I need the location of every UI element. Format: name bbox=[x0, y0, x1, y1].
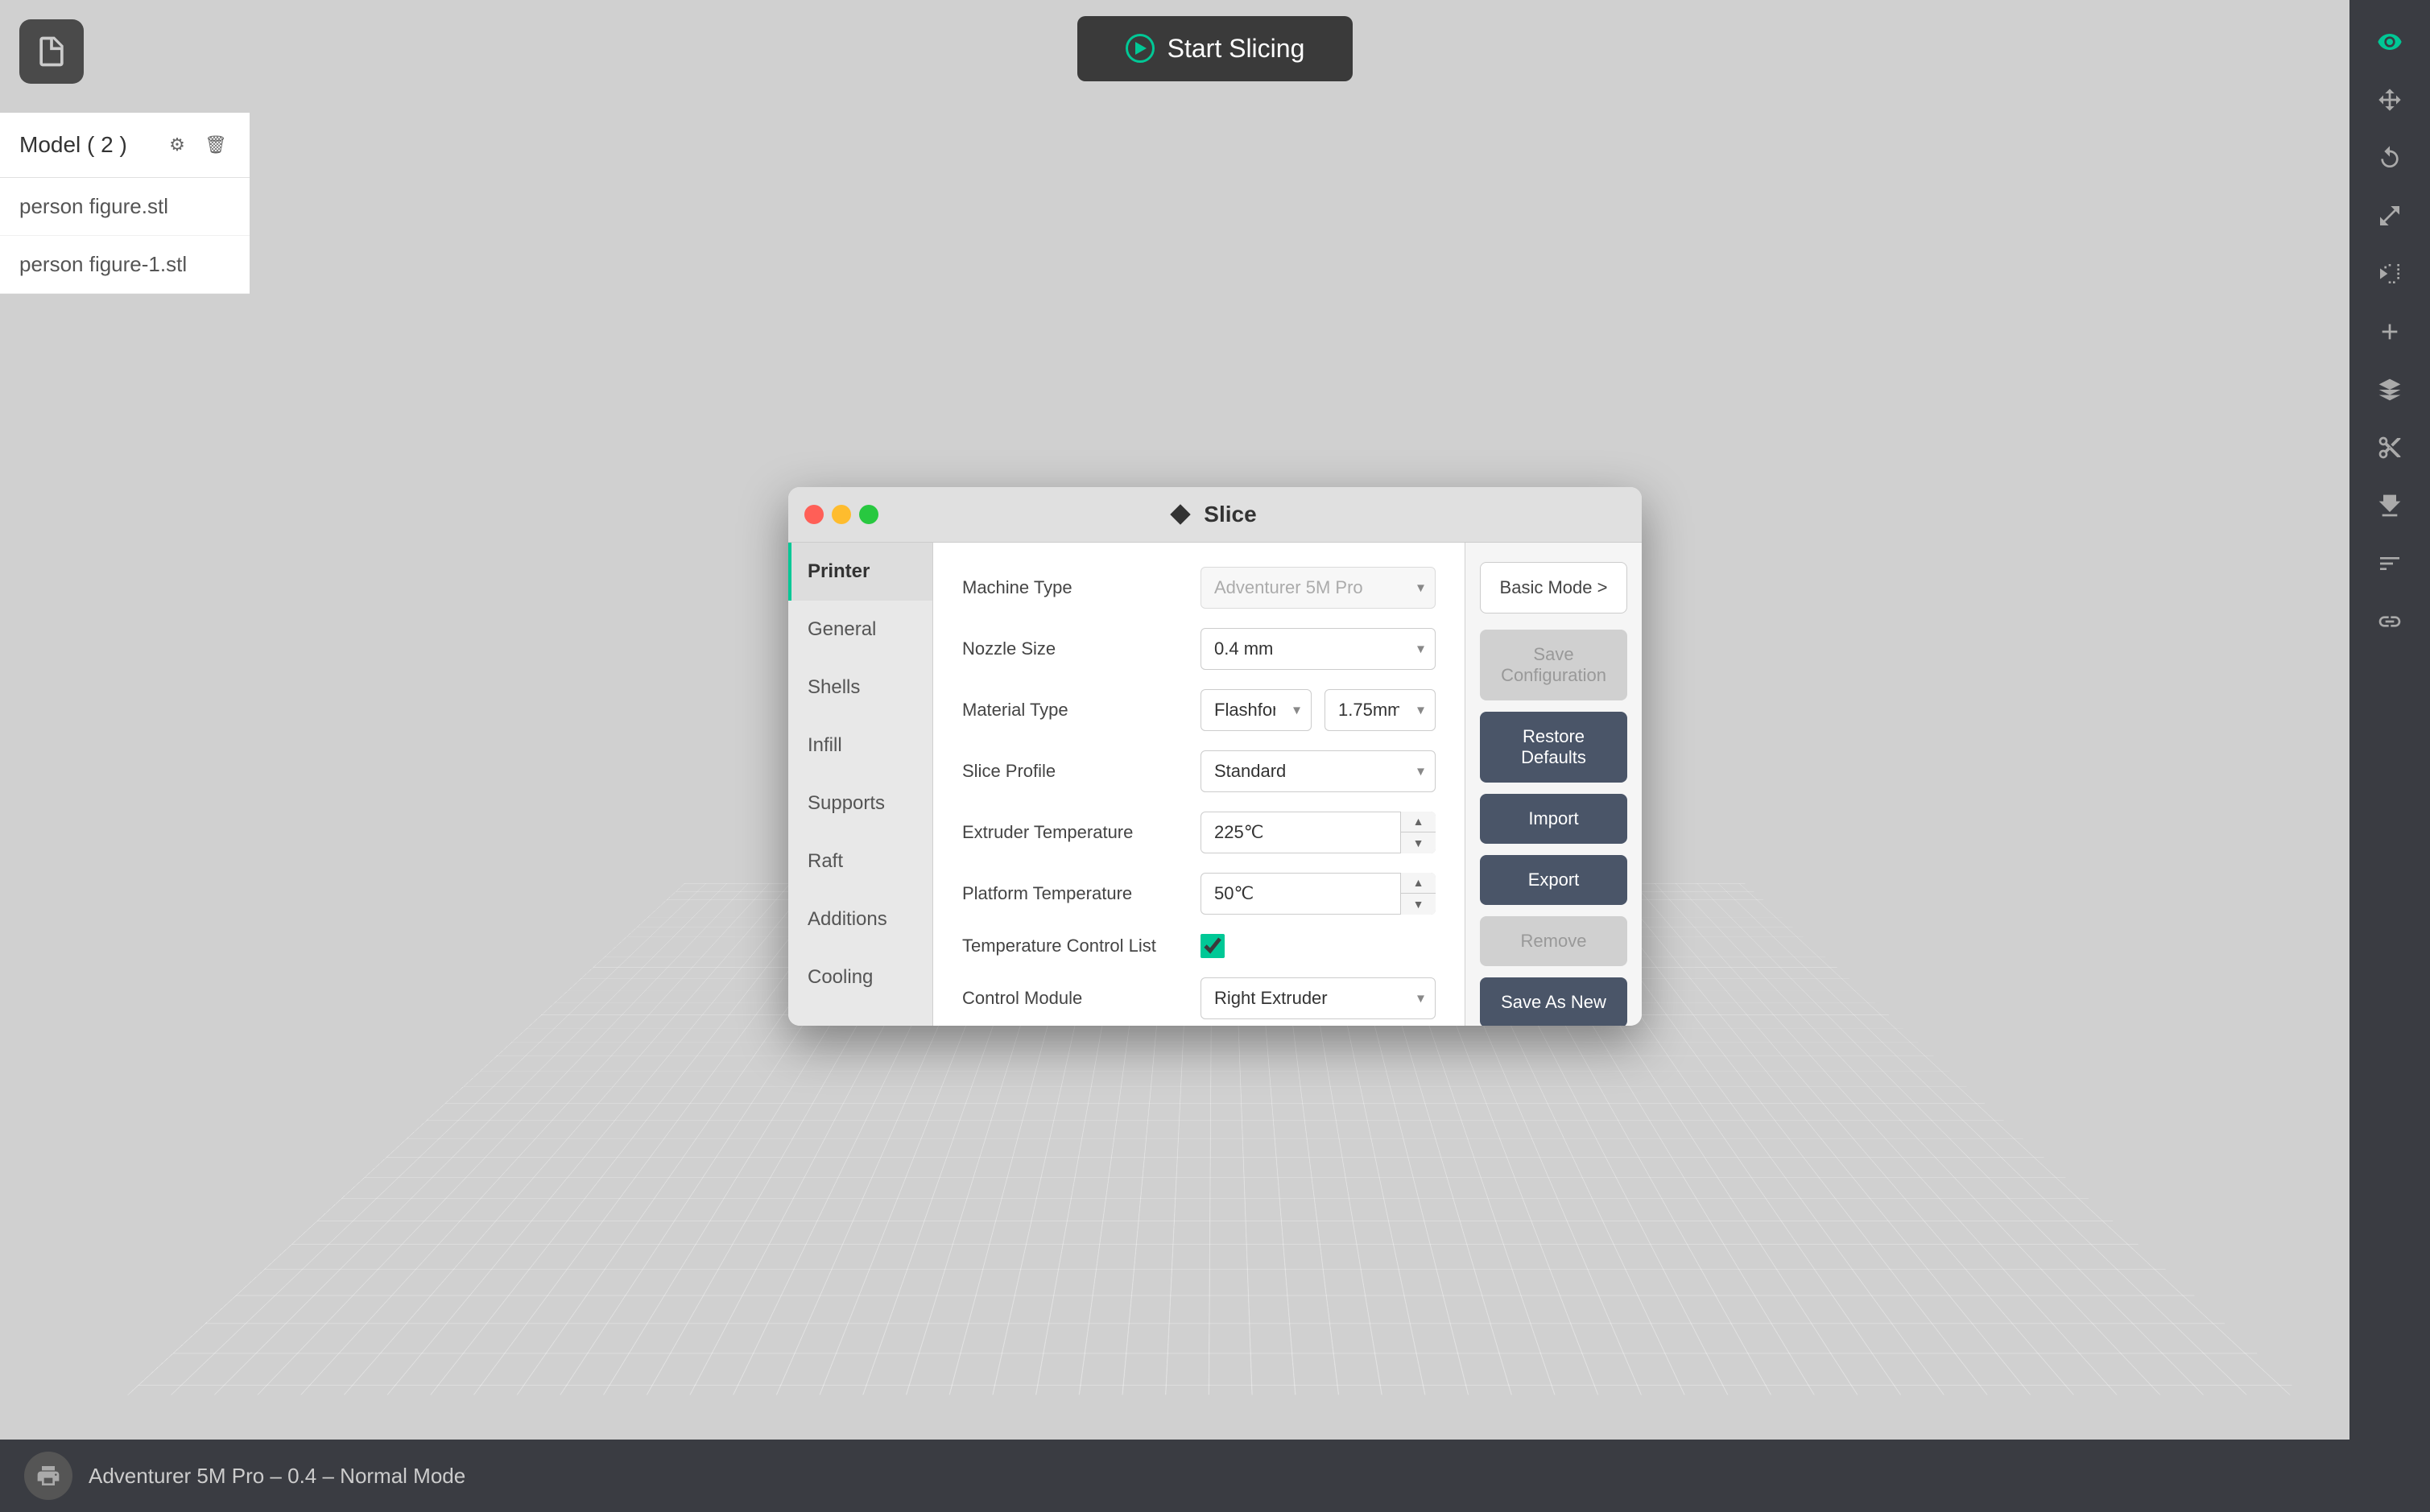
nav-item-advanced[interactable]: Advanced bbox=[788, 1006, 932, 1026]
nozzle-size-select-wrapper: 0.4 mm bbox=[1201, 628, 1436, 670]
control-module-select[interactable]: Right Extruder bbox=[1201, 977, 1436, 1019]
extruder-temp-stepper-buttons: ▲ ▼ bbox=[1400, 812, 1436, 853]
modal-body: Printer General Shells Infill Supports R… bbox=[788, 543, 1642, 1026]
modal-overlay: Slice Printer General Shells Infill Supp… bbox=[0, 0, 2430, 1512]
extruder-temp-label: Extruder Temperature bbox=[962, 822, 1188, 843]
modal-titlebar: Slice bbox=[788, 487, 1642, 543]
slice-profile-row: Slice Profile Standard bbox=[962, 750, 1436, 792]
platform-temp-row: Platform Temperature ▲ ▼ bbox=[962, 873, 1436, 915]
temp-control-list-checkbox[interactable] bbox=[1201, 934, 1225, 958]
nav-item-additions[interactable]: Additions bbox=[788, 890, 932, 948]
control-module-row: Control Module Right Extruder bbox=[962, 977, 1436, 1019]
nav-item-printer[interactable]: Printer bbox=[788, 543, 932, 601]
modal-right-panel: Basic Mode > Save Configuration Restore … bbox=[1465, 543, 1642, 1026]
maximize-window-button[interactable] bbox=[859, 505, 878, 524]
export-button[interactable]: Export bbox=[1480, 855, 1627, 905]
machine-type-select-wrapper: Adventurer 5M Pro bbox=[1201, 567, 1436, 609]
material-type-select-wrapper: Flashforge-PLA bbox=[1201, 689, 1312, 731]
material-diameter-select[interactable]: 1.75mm bbox=[1325, 689, 1436, 731]
control-module-label: Control Module bbox=[962, 988, 1188, 1009]
machine-type-select[interactable]: Adventurer 5M Pro bbox=[1201, 567, 1436, 609]
basic-mode-button[interactable]: Basic Mode > bbox=[1480, 562, 1627, 613]
platform-temp-stepper: ▲ ▼ bbox=[1201, 873, 1436, 915]
nav-item-raft[interactable]: Raft bbox=[788, 832, 932, 890]
import-button[interactable]: Import bbox=[1480, 794, 1627, 844]
nav-item-shells[interactable]: Shells bbox=[788, 659, 932, 717]
extruder-temp-stepper: ▲ ▼ bbox=[1201, 812, 1436, 853]
temp-control-list-label: Temperature Control List bbox=[962, 936, 1188, 956]
window-controls bbox=[804, 505, 878, 524]
nozzle-size-select[interactable]: 0.4 mm bbox=[1201, 628, 1436, 670]
slice-profile-select[interactable]: Standard bbox=[1201, 750, 1436, 792]
extruder-temp-row: Extruder Temperature ▲ ▼ bbox=[962, 812, 1436, 853]
modal-title: Slice bbox=[1173, 502, 1256, 527]
save-config-button[interactable]: Save Configuration bbox=[1480, 630, 1627, 700]
minimize-window-button[interactable] bbox=[832, 505, 851, 524]
remove-button[interactable]: Remove bbox=[1480, 916, 1627, 966]
close-window-button[interactable] bbox=[804, 505, 824, 524]
material-type-select[interactable]: Flashforge-PLA bbox=[1201, 689, 1312, 731]
extruder-temp-down[interactable]: ▼ bbox=[1401, 832, 1436, 853]
modal-sidebar: Printer General Shells Infill Supports R… bbox=[788, 543, 933, 1026]
machine-type-label: Machine Type bbox=[962, 577, 1188, 598]
nav-item-cooling[interactable]: Cooling bbox=[788, 948, 932, 1006]
platform-temp-stepper-buttons: ▲ ▼ bbox=[1400, 873, 1436, 915]
modal-form-content: Machine Type Adventurer 5M Pro Nozzle Si… bbox=[933, 543, 1465, 1026]
temp-control-list-row: Temperature Control List bbox=[962, 934, 1436, 958]
machine-type-row: Machine Type Adventurer 5M Pro bbox=[962, 567, 1436, 609]
slice-profile-select-wrapper: Standard bbox=[1201, 750, 1436, 792]
material-type-label: Material Type bbox=[962, 700, 1188, 721]
save-as-new-button[interactable]: Save As New bbox=[1480, 977, 1627, 1026]
platform-temp-down[interactable]: ▼ bbox=[1401, 894, 1436, 915]
slice-modal: Slice Printer General Shells Infill Supp… bbox=[788, 487, 1642, 1026]
nav-item-supports[interactable]: Supports bbox=[788, 775, 932, 832]
material-diameter-select-wrapper: 1.75mm bbox=[1325, 689, 1436, 731]
nav-item-infill[interactable]: Infill bbox=[788, 717, 932, 775]
restore-defaults-button[interactable]: Restore Defaults bbox=[1480, 712, 1627, 783]
control-module-select-wrapper: Right Extruder bbox=[1201, 977, 1436, 1019]
platform-temp-label: Platform Temperature bbox=[962, 883, 1188, 904]
extruder-temp-up[interactable]: ▲ bbox=[1401, 812, 1436, 833]
slice-profile-label: Slice Profile bbox=[962, 761, 1188, 782]
nozzle-size-row: Nozzle Size 0.4 mm bbox=[962, 628, 1436, 670]
material-type-row: Material Type Flashforge-PLA 1.75mm bbox=[962, 689, 1436, 731]
nav-item-general[interactable]: General bbox=[788, 601, 932, 659]
diamond-icon bbox=[1171, 504, 1191, 524]
nozzle-size-label: Nozzle Size bbox=[962, 638, 1188, 659]
platform-temp-up[interactable]: ▲ bbox=[1401, 873, 1436, 894]
